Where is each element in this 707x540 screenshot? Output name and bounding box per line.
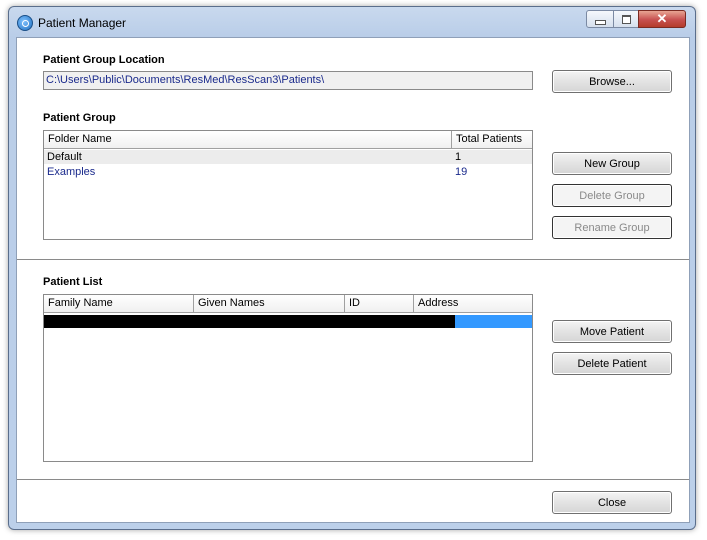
group-name: Default: [47, 151, 82, 163]
move-patient-button[interactable]: Move Patient: [552, 320, 672, 343]
new-group-button[interactable]: New Group: [552, 152, 672, 175]
group-count: 1: [455, 151, 462, 163]
minimize-button[interactable]: [586, 10, 614, 28]
group-row-examples[interactable]: Examples 19: [44, 165, 532, 179]
patient-manager-window: Patient Manager ✕ Patient Group Location…: [8, 6, 696, 530]
close-icon: ✕: [656, 11, 668, 26]
patient-row-selected[interactable]: [44, 315, 532, 328]
location-label: Patient Group Location: [43, 54, 165, 66]
app-icon: [17, 15, 33, 31]
column-id[interactable]: ID: [345, 295, 414, 312]
patient-list[interactable]: Family Name Given Names ID Address: [43, 294, 533, 462]
footer-divider: [17, 479, 689, 481]
title-bar[interactable]: Patient Manager ✕: [9, 7, 695, 37]
redacted-patient-info: [44, 315, 455, 328]
group-count: 19: [455, 166, 468, 178]
group-label: Patient Group: [43, 112, 116, 124]
column-address[interactable]: Address: [414, 295, 532, 312]
selection-highlight: [455, 315, 532, 328]
section-divider: [17, 259, 689, 261]
group-row-default[interactable]: Default 1: [44, 150, 532, 164]
delete-group-button[interactable]: Delete Group: [552, 184, 672, 207]
group-name: Examples: [47, 166, 96, 178]
column-family-name[interactable]: Family Name: [44, 295, 194, 312]
column-total-patients[interactable]: Total Patients: [452, 131, 532, 148]
location-path-field[interactable]: C:\Users\Public\Documents\ResMed\ResScan…: [43, 71, 533, 90]
column-given-names[interactable]: Given Names: [194, 295, 345, 312]
group-list[interactable]: Folder Name Total Patients Default 1 Exa…: [43, 130, 533, 240]
maximize-button[interactable]: [613, 10, 639, 28]
dialog-body: Patient Group Location C:\Users\Public\D…: [16, 37, 690, 523]
minimize-icon: [594, 19, 606, 25]
close-window-button[interactable]: ✕: [638, 10, 686, 28]
maximize-icon: [621, 14, 631, 24]
patient-list-label: Patient List: [43, 276, 103, 288]
delete-patient-button[interactable]: Delete Patient: [552, 352, 672, 375]
browse-button[interactable]: Browse...: [552, 70, 672, 93]
window-title: Patient Manager: [38, 16, 127, 30]
rename-group-button[interactable]: Rename Group: [552, 216, 672, 239]
close-button[interactable]: Close: [552, 491, 672, 514]
column-folder-name[interactable]: Folder Name: [44, 131, 452, 148]
patient-list-header: Family Name Given Names ID Address: [44, 295, 532, 313]
group-list-header: Folder Name Total Patients: [44, 131, 532, 149]
